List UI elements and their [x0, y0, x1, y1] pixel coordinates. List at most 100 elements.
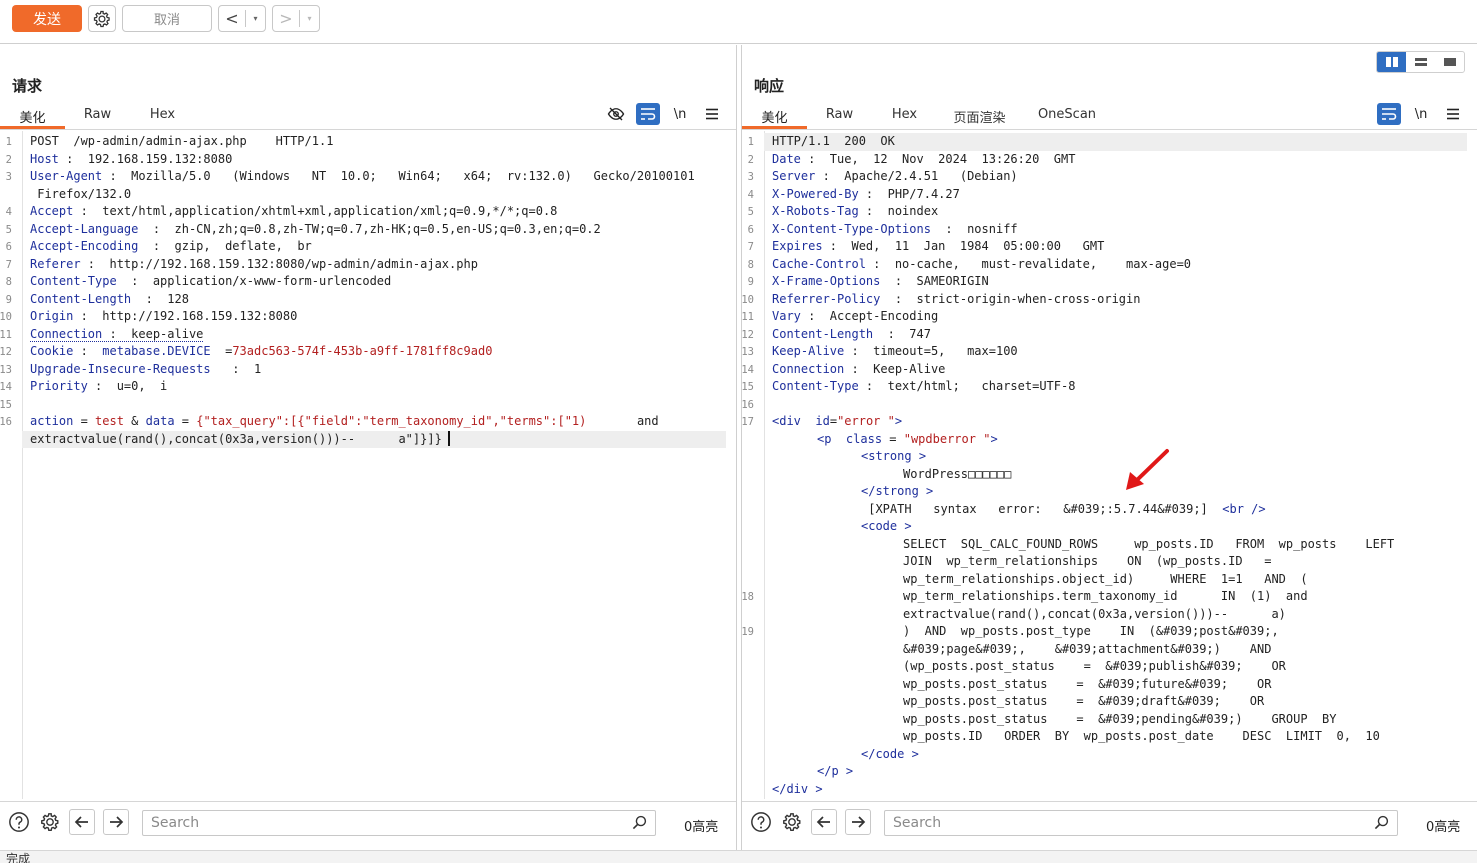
- header-line: X-Powered-By : PHP/7.4.27: [772, 186, 1467, 204]
- header-key: X-Robots-Tag: [772, 204, 859, 218]
- request-editor[interactable]: 1 2 3 4 5 6 7 8 9 10 11 12 13 14 15 16 POST /wp-admin/a…: [0, 131, 736, 799]
- sql-text: ) AND wp_posts.post_type IN (&#039;post&…: [903, 624, 1279, 638]
- wrap-lines-icon[interactable]: [1377, 103, 1401, 125]
- tab-pretty[interactable]: 美化: [742, 103, 807, 129]
- previous-match-icon[interactable]: [811, 809, 837, 835]
- html-line: </div >: [772, 781, 823, 796]
- side-by-side-layout-icon[interactable]: [1377, 52, 1406, 72]
- tabbed-layout-icon[interactable]: [1435, 52, 1464, 72]
- tab-raw[interactable]: Raw: [807, 103, 872, 129]
- line-number: 8: [747, 258, 754, 271]
- next-match-icon[interactable]: [103, 809, 129, 835]
- header-value: : no-cache, must-revalidate, max-age=0: [865, 256, 1192, 271]
- gear-icon[interactable]: [779, 809, 805, 835]
- tab-render[interactable]: 页面渲染: [937, 103, 1022, 129]
- header-separator: :: [73, 344, 103, 358]
- newline-toggle-icon[interactable]: \n: [1409, 103, 1433, 125]
- header-key: Priority: [30, 379, 88, 393]
- line-number: 4: [5, 206, 12, 218]
- tab-hex[interactable]: Hex: [872, 103, 937, 129]
- header-line: Priority : u=0, i: [30, 378, 726, 396]
- line-number: 16: [742, 398, 754, 411]
- header-line: Cookie : metabase.DEVICE =73adc563-574f-…: [30, 343, 726, 361]
- sql-text: wp_posts.ID ORDER BY wp_posts.post_date …: [903, 729, 1380, 743]
- header-key: Accept-Language: [30, 221, 139, 236]
- header-key: Vary: [772, 309, 801, 323]
- header-value: : Apache/2.4.51 (Debian): [815, 169, 1018, 183]
- header-line: Keep-Alive : timeout=5, max=100: [772, 343, 1467, 361]
- html-tag: strong: [875, 484, 919, 498]
- send-button[interactable]: 发送: [12, 5, 82, 32]
- header-line: Accept : text/html,application/xhtml+xml…: [30, 203, 726, 221]
- header-key: Connection: [30, 326, 103, 341]
- header-key: Server: [772, 169, 816, 183]
- tab-hex[interactable]: Hex: [130, 103, 195, 129]
- header-value: : http://192.168.159.132:8080: [73, 309, 298, 323]
- stacked-layout-icon[interactable]: [1406, 52, 1435, 72]
- header-value: : SAMEORIGIN: [880, 274, 989, 288]
- text-cursor: [447, 430, 450, 446]
- help-icon[interactable]: [6, 809, 32, 835]
- tab-divider: [742, 129, 1477, 130]
- forward-arrow-icon[interactable]: >: [273, 9, 299, 28]
- header-line: Connection : keep-alive: [30, 326, 726, 344]
- header-key: X-Frame-Options: [772, 274, 881, 288]
- header-key: Content-Type: [772, 379, 859, 393]
- header-line: Referrer-Policy : strict-origin-when-cro…: [772, 291, 1467, 309]
- header-value: : application/x-www-form-urlencoded: [116, 274, 392, 288]
- sql-line: SELECT SQL_CALC_FOUND_ROWS wp_posts.ID F…: [772, 536, 1467, 554]
- http-repeater-window: 发送 取消 < ▾ > ▾ 请求 美化 Raw Hex \n 1 2 3 4 5…: [0, 0, 1477, 863]
- previous-match-icon[interactable]: [69, 809, 95, 835]
- param-name: action: [30, 414, 74, 428]
- header-line: Date : Tue, 12 Nov 2024 13:26:20 GMT: [772, 151, 1467, 169]
- settings-button[interactable]: [88, 5, 116, 32]
- header-line: Referer : http://192.168.159.132:8080/wp…: [30, 256, 726, 274]
- sql-line: wp_posts.post_status = &#039;future&#039…: [772, 676, 1467, 694]
- header-key: Connection: [772, 361, 845, 376]
- hide-eye-icon[interactable]: [604, 103, 628, 125]
- top-toolbar: 发送 取消 < ▾ > ▾: [0, 0, 1477, 44]
- response-editor[interactable]: 1 2 3 4 5 6 7 8 9 10 11 12 13 14 15 16 17 18 19 HTTP/1.1 2…: [742, 131, 1477, 799]
- html-tag: br: [1229, 501, 1244, 516]
- tab-pretty[interactable]: 美化: [0, 103, 65, 129]
- line-number: 18: [742, 591, 754, 603]
- tab-raw[interactable]: Raw: [65, 103, 130, 129]
- menu-icon[interactable]: [1441, 103, 1465, 125]
- gear-icon[interactable]: [37, 809, 63, 835]
- line-number: 3: [5, 171, 12, 183]
- header-key: Host: [30, 151, 59, 166]
- back-dropdown-icon[interactable]: ▾: [246, 14, 265, 23]
- header-line: Accept-Encoding : gzip, deflate, br: [30, 238, 726, 256]
- param-equals: =: [174, 414, 197, 428]
- tab-onescan[interactable]: OneScan: [1022, 103, 1112, 129]
- cancel-button[interactable]: 取消: [122, 5, 212, 32]
- wrap-lines-icon[interactable]: [636, 103, 660, 125]
- forward-dropdown-icon[interactable]: ▾: [300, 14, 319, 23]
- header-key: Date: [772, 151, 801, 166]
- header-value: : text/html,application/xhtml+xml,applic…: [73, 204, 558, 218]
- html-attr: class: [831, 431, 883, 446]
- response-pane: 响应 美化 Raw Hex 页面渲染 OneScan \n 1234567891…: [741, 45, 1477, 850]
- newline-toggle-icon[interactable]: \n: [668, 103, 692, 125]
- header-key: X-Content-Type-Options: [772, 221, 931, 236]
- header-value: : noindex: [858, 204, 939, 218]
- param-name: data: [145, 414, 175, 428]
- header-key: Content-Type: [30, 274, 117, 288]
- header-value: : zh-CN,zh;q=0.8,zh-TW;q=0.7,zh-HK;q=0.5…: [138, 221, 601, 236]
- back-nav-group[interactable]: < ▾: [218, 5, 266, 32]
- line-number: 10: [0, 311, 12, 323]
- search-icon: [632, 815, 647, 834]
- layout-toggle: [1376, 51, 1465, 73]
- response-search-input[interactable]: Search: [884, 810, 1398, 836]
- header-value: Firefox/132.0: [30, 186, 132, 201]
- help-icon[interactable]: [748, 809, 774, 835]
- forward-nav-group[interactable]: > ▾: [272, 5, 320, 32]
- menu-icon[interactable]: [700, 103, 724, 125]
- html-attr-value: "error ": [837, 414, 895, 428]
- html-tag: code: [875, 746, 905, 761]
- response-editor-tools: \n: [1377, 103, 1465, 125]
- back-arrow-icon[interactable]: <: [219, 9, 245, 28]
- next-match-icon[interactable]: [845, 809, 871, 835]
- request-search-input[interactable]: Search: [142, 810, 656, 836]
- header-value: : strict-origin-when-cross-origin: [880, 291, 1141, 306]
